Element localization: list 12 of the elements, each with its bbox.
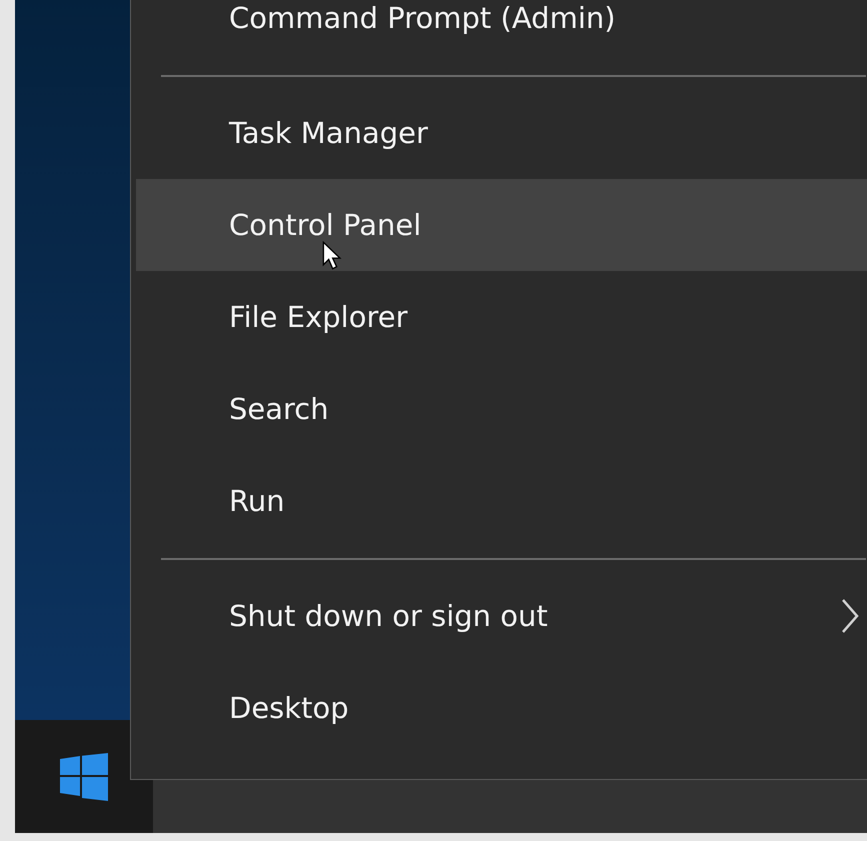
menu-item[interactable]: Shut down or sign out — [136, 570, 867, 662]
menu-item[interactable]: Run — [136, 455, 867, 547]
menu-item[interactable]: File Explorer — [136, 271, 867, 363]
menu-item[interactable]: Search — [136, 363, 867, 455]
menu-item[interactable]: Desktop — [136, 662, 867, 754]
menu-item[interactable]: Task Manager — [136, 87, 867, 179]
menu-item[interactable]: Control Panel — [136, 179, 867, 271]
chevron-right-icon — [840, 598, 860, 634]
mouse-cursor-icon — [322, 241, 342, 270]
menu-item[interactable]: Command Prompt (Admin) — [136, 0, 867, 64]
windows-logo-icon — [60, 752, 108, 800]
start-button[interactable] — [15, 720, 153, 833]
